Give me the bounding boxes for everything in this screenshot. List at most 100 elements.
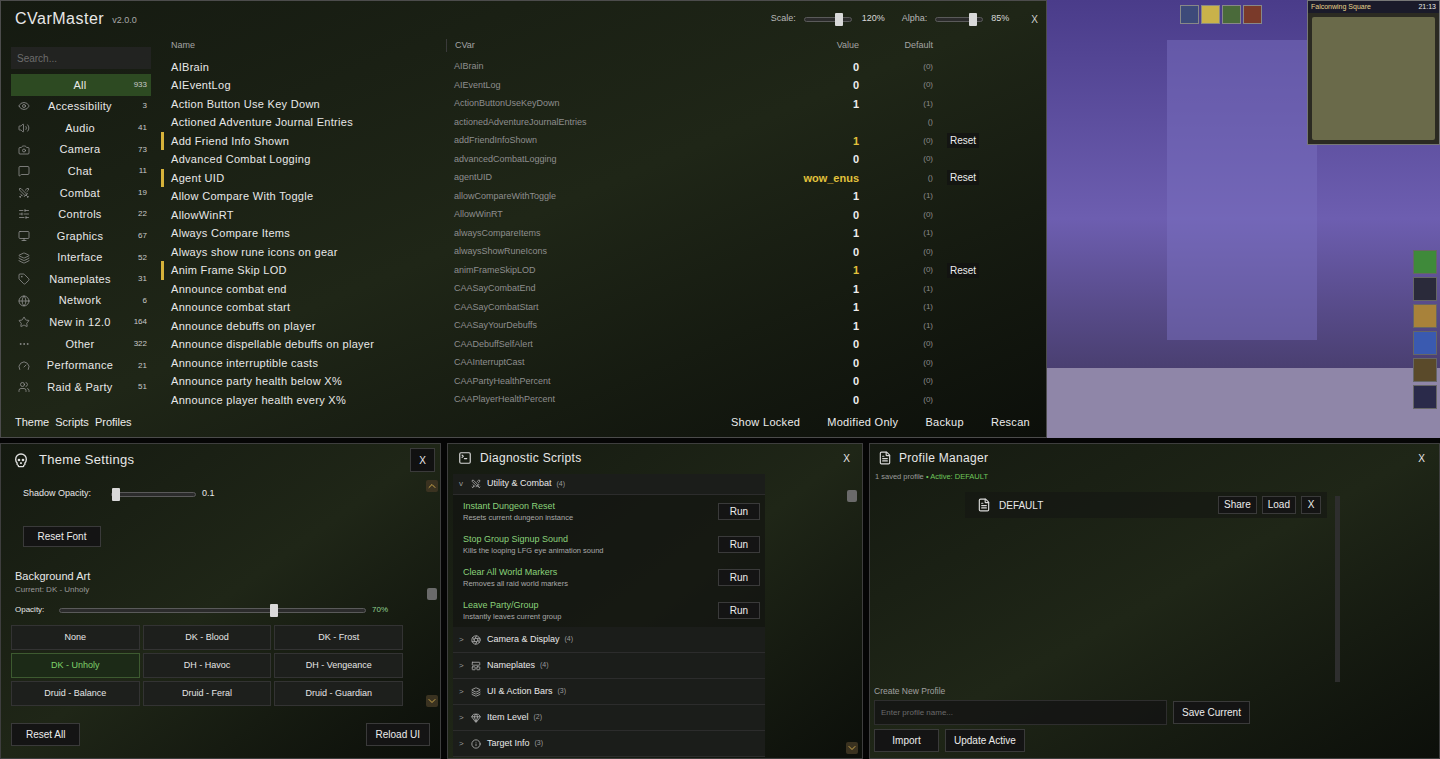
section-header[interactable]: >Camera & Display(4): [453, 627, 765, 653]
section-header[interactable]: >Item Level(2): [453, 705, 765, 731]
section-header[interactable]: >Nameplates(4): [453, 653, 765, 679]
table-row[interactable]: AIEventLogAIEventLog0(0): [161, 76, 1038, 95]
category-item[interactable]: Combat19: [11, 182, 151, 204]
reset-button[interactable]: Reset: [947, 263, 979, 278]
table-row[interactable]: Always show rune icons on gearalwaysShow…: [161, 243, 1038, 262]
run-button[interactable]: Run: [718, 503, 760, 520]
category-item[interactable]: Chat11: [11, 160, 151, 182]
category-item[interactable]: All933: [11, 74, 151, 96]
column-header[interactable]: Default: [859, 39, 937, 53]
background-option[interactable]: Druid - Balance: [11, 681, 140, 706]
column-header[interactable]: CVar: [446, 39, 746, 53]
background-option[interactable]: DK - Unholy: [11, 653, 140, 678]
search-field[interactable]: Search...: [11, 47, 151, 69]
section-header[interactable]: >UI & Action Bars(3): [453, 679, 765, 705]
action-icon[interactable]: [1413, 250, 1437, 274]
footer-button[interactable]: Modified Only: [827, 414, 898, 431]
footer-tab[interactable]: Scripts: [55, 414, 89, 431]
save-current-button[interactable]: Save Current: [1173, 701, 1250, 724]
table-row[interactable]: Announce player health every X%CAAPlayer…: [161, 391, 1038, 410]
table-row[interactable]: Allow Compare With ToggleallowCompareWit…: [161, 187, 1038, 206]
section-header[interactable]: vUtility & Combat(4): [453, 474, 765, 495]
category-item[interactable]: Interface52: [11, 247, 151, 269]
background-option[interactable]: DH - Havoc: [143, 653, 272, 678]
footer-tab[interactable]: Profiles: [95, 414, 132, 431]
reload-ui-button[interactable]: Reload UI: [366, 723, 430, 746]
category-item[interactable]: Controls22: [11, 204, 151, 226]
scroll-thumb[interactable]: [847, 490, 857, 502]
profile-row[interactable]: DEFAULTShareLoadX: [965, 492, 1327, 518]
import-button[interactable]: Import: [874, 729, 939, 752]
footer-button[interactable]: Rescan: [991, 414, 1030, 431]
table-row[interactable]: AIBrainAIBrain0(0): [161, 58, 1038, 77]
background-option[interactable]: DK - Frost: [274, 625, 403, 650]
table-row[interactable]: Announce combat startCAASayCombatStart1(…: [161, 298, 1038, 317]
profile-action-button[interactable]: Share: [1218, 496, 1257, 514]
buff-icon[interactable]: [1201, 5, 1220, 24]
shadow-opacity-slider[interactable]: [111, 492, 196, 497]
table-row[interactable]: Always Compare ItemsalwaysCompareItems1(…: [161, 224, 1038, 243]
footer-button[interactable]: Backup: [925, 414, 964, 431]
buff-icon[interactable]: [1222, 5, 1241, 24]
scroll-down-icon[interactable]: [426, 695, 438, 707]
background-option[interactable]: Druid - Guardian: [274, 681, 403, 706]
table-row[interactable]: Announce combat endCAASayCombatEnd1(1): [161, 280, 1038, 299]
table-row[interactable]: AllowWinRTAllowWinRT0(0): [161, 206, 1038, 225]
reset-font-button[interactable]: Reset Font: [23, 526, 101, 547]
buff-icon[interactable]: [1180, 5, 1199, 24]
action-icon[interactable]: [1413, 358, 1437, 382]
slider-thumb[interactable]: [270, 604, 278, 617]
scroll-down-icon[interactable]: [846, 742, 858, 754]
background-option[interactable]: Druid - Feral: [143, 681, 272, 706]
background-option[interactable]: DK - Blood: [143, 625, 272, 650]
table-row[interactable]: Actioned Adventure Journal Entriesaction…: [161, 113, 1038, 132]
table-row[interactable]: Announce party health below X%CAAPartyHe…: [161, 372, 1038, 391]
category-item[interactable]: Network6: [11, 290, 151, 312]
reset-button[interactable]: Reset: [947, 133, 979, 148]
scroll-up-icon[interactable]: [426, 480, 438, 492]
scale-slider[interactable]: [804, 17, 852, 22]
background-opacity-slider[interactable]: [59, 608, 366, 613]
update-active-button[interactable]: Update Active: [945, 729, 1025, 752]
slider-thumb[interactable]: [969, 13, 977, 26]
profile-name-input[interactable]: Enter profile name...: [874, 700, 1167, 725]
minimap[interactable]: Falconwing Square21:13: [1307, 0, 1440, 145]
table-row[interactable]: Action Button Use Key DownActionButtonUs…: [161, 95, 1038, 114]
table-row[interactable]: Announce interruptible castsCAAInterrupt…: [161, 354, 1038, 373]
category-item[interactable]: Nameplates31: [11, 268, 151, 290]
action-icon[interactable]: [1413, 331, 1437, 355]
alpha-slider[interactable]: [935, 17, 983, 22]
profile-scrollbar[interactable]: [1335, 496, 1340, 682]
table-row[interactable]: Announce dispellable debuffs on playerCA…: [161, 335, 1038, 354]
category-item[interactable]: New in 12.0164: [11, 312, 151, 334]
category-item[interactable]: Raid & Party51: [11, 376, 151, 398]
scripts-scrollbar[interactable]: [846, 474, 858, 754]
run-button[interactable]: Run: [718, 569, 760, 586]
table-row[interactable]: Agent UIDagentUIDwow_enus()Reset: [161, 169, 1038, 188]
action-icon[interactable]: [1413, 304, 1437, 328]
reset-all-button[interactable]: Reset All: [11, 723, 80, 746]
category-item[interactable]: Performance21: [11, 355, 151, 377]
background-option[interactable]: None: [11, 625, 140, 650]
close-button[interactable]: X: [839, 451, 854, 466]
footer-tab[interactable]: Theme: [15, 414, 49, 431]
action-icon[interactable]: [1413, 277, 1437, 301]
category-item[interactable]: Camera73: [11, 139, 151, 161]
section-header[interactable]: >Target Info(3): [453, 731, 765, 757]
category-item[interactable]: Audio41: [11, 117, 151, 139]
scroll-thumb[interactable]: [427, 588, 437, 600]
slider-thumb[interactable]: [835, 13, 843, 26]
delete-profile-button[interactable]: X: [1301, 496, 1321, 514]
close-button[interactable]: X: [1414, 451, 1429, 466]
run-button[interactable]: Run: [718, 602, 760, 619]
action-icon[interactable]: [1413, 385, 1437, 409]
theme-scrollbar[interactable]: [426, 480, 438, 707]
slider-thumb[interactable]: [112, 488, 120, 501]
reset-button[interactable]: Reset: [947, 170, 979, 185]
column-header[interactable]: Value: [746, 39, 859, 53]
run-button[interactable]: Run: [718, 536, 760, 553]
category-item[interactable]: Graphics67: [11, 225, 151, 247]
column-header[interactable]: Name: [161, 39, 446, 53]
table-row[interactable]: Announce debuffs on playerCAASayYourDebu…: [161, 317, 1038, 336]
background-option[interactable]: DH - Vengeance: [274, 653, 403, 678]
